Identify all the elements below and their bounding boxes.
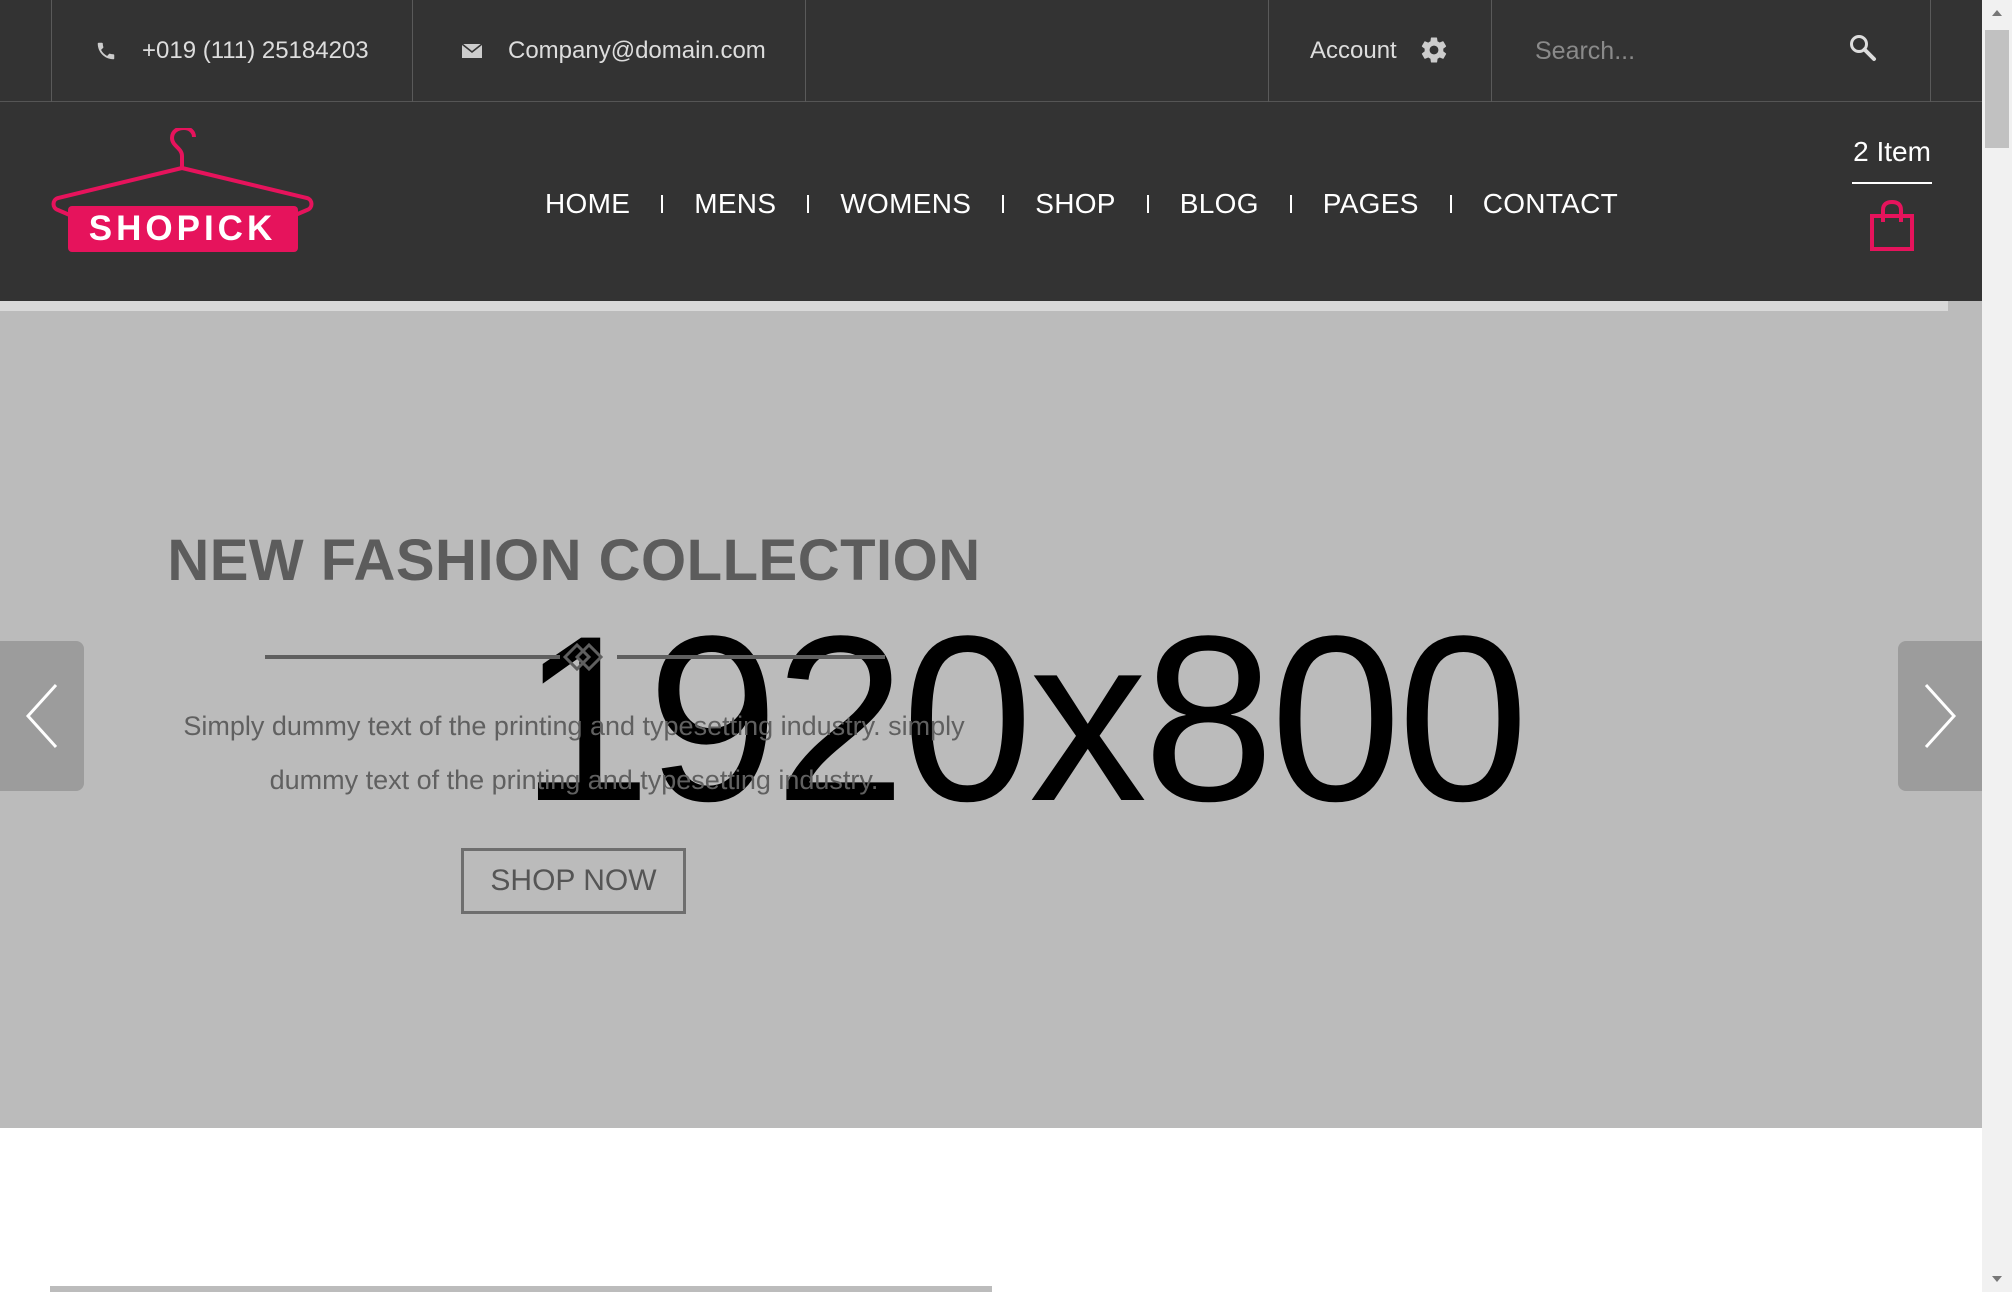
scroll-down-arrow[interactable] [1982, 1266, 2012, 1292]
nav-item-shop[interactable]: SHOP [1035, 188, 1116, 220]
phone-number[interactable]: +019 (111) 25184203 [142, 37, 369, 65]
contact-email: Company@domain.com [412, 0, 805, 102]
nav-separator [807, 195, 810, 213]
main-nav: HOME MENS WOMENS SHOP BLOG PAGES CONTACT [545, 182, 1618, 226]
logo-text: SHOPICK [88, 209, 277, 248]
mail-icon [458, 37, 486, 65]
nav-separator [1146, 195, 1149, 213]
cart-widget: 2 Item [1852, 136, 1932, 252]
slider-next-button[interactable] [1898, 641, 1982, 791]
shopick-logo[interactable]: SHOPICK [50, 125, 315, 254]
slider-prev-button[interactable] [0, 641, 84, 791]
account-menu[interactable]: Account [1268, 0, 1491, 102]
nav-separator [1449, 195, 1452, 213]
search-icon[interactable] [1848, 33, 1882, 67]
divider [1930, 0, 1931, 102]
gear-icon[interactable] [1419, 35, 1451, 67]
scroll-up-arrow[interactable] [1982, 0, 2012, 26]
nav-separator [661, 195, 664, 213]
cart-count[interactable]: 2 Item [1852, 136, 1932, 184]
shopping-bag-icon[interactable] [1869, 199, 1915, 252]
phone-icon [92, 37, 120, 65]
title-divider [265, 637, 885, 677]
section-divider [50, 1286, 992, 1292]
slide-description: Simply dummy text of the printing and ty… [183, 711, 965, 795]
account-label[interactable]: Account [1310, 37, 1397, 65]
scrollbar-thumb[interactable] [1985, 30, 2009, 148]
nav-item-blog[interactable]: BLOG [1180, 188, 1259, 220]
chevron-left-icon [25, 683, 58, 749]
nav-item-home[interactable]: HOME [545, 188, 630, 220]
nav-item-contact[interactable]: CONTACT [1483, 188, 1618, 220]
nav-item-pages[interactable]: PAGES [1323, 188, 1419, 220]
shop-now-button[interactable]: SHOP NOW [461, 848, 686, 914]
nav-separator [1002, 195, 1005, 213]
divider [805, 0, 806, 102]
slider-top-border [0, 301, 1948, 311]
chevron-right-icon [1924, 683, 1957, 749]
top-bar: +019 (111) 25184203 Company@domain.com A… [0, 0, 1982, 102]
nav-item-womens[interactable]: WOMENS [840, 188, 971, 220]
page-scrollbar[interactable] [1982, 0, 2012, 1292]
search-box [1491, 0, 1930, 102]
search-input[interactable] [1535, 36, 1845, 66]
contact-phone: +019 (111) 25184203 [52, 0, 412, 102]
nav-item-mens[interactable]: MENS [694, 188, 776, 220]
email-address[interactable]: Company@domain.com [508, 37, 766, 65]
hero-slider: 1920x800 NEW FASHION COLLECTION Simply d… [0, 301, 1982, 1128]
nav-separator [1289, 195, 1292, 213]
slide-title: NEW FASHION COLLECTION [167, 528, 981, 593]
main-header: SHOPICK HOME MENS WOMENS SHOP BLOG PAGES… [0, 102, 1982, 301]
